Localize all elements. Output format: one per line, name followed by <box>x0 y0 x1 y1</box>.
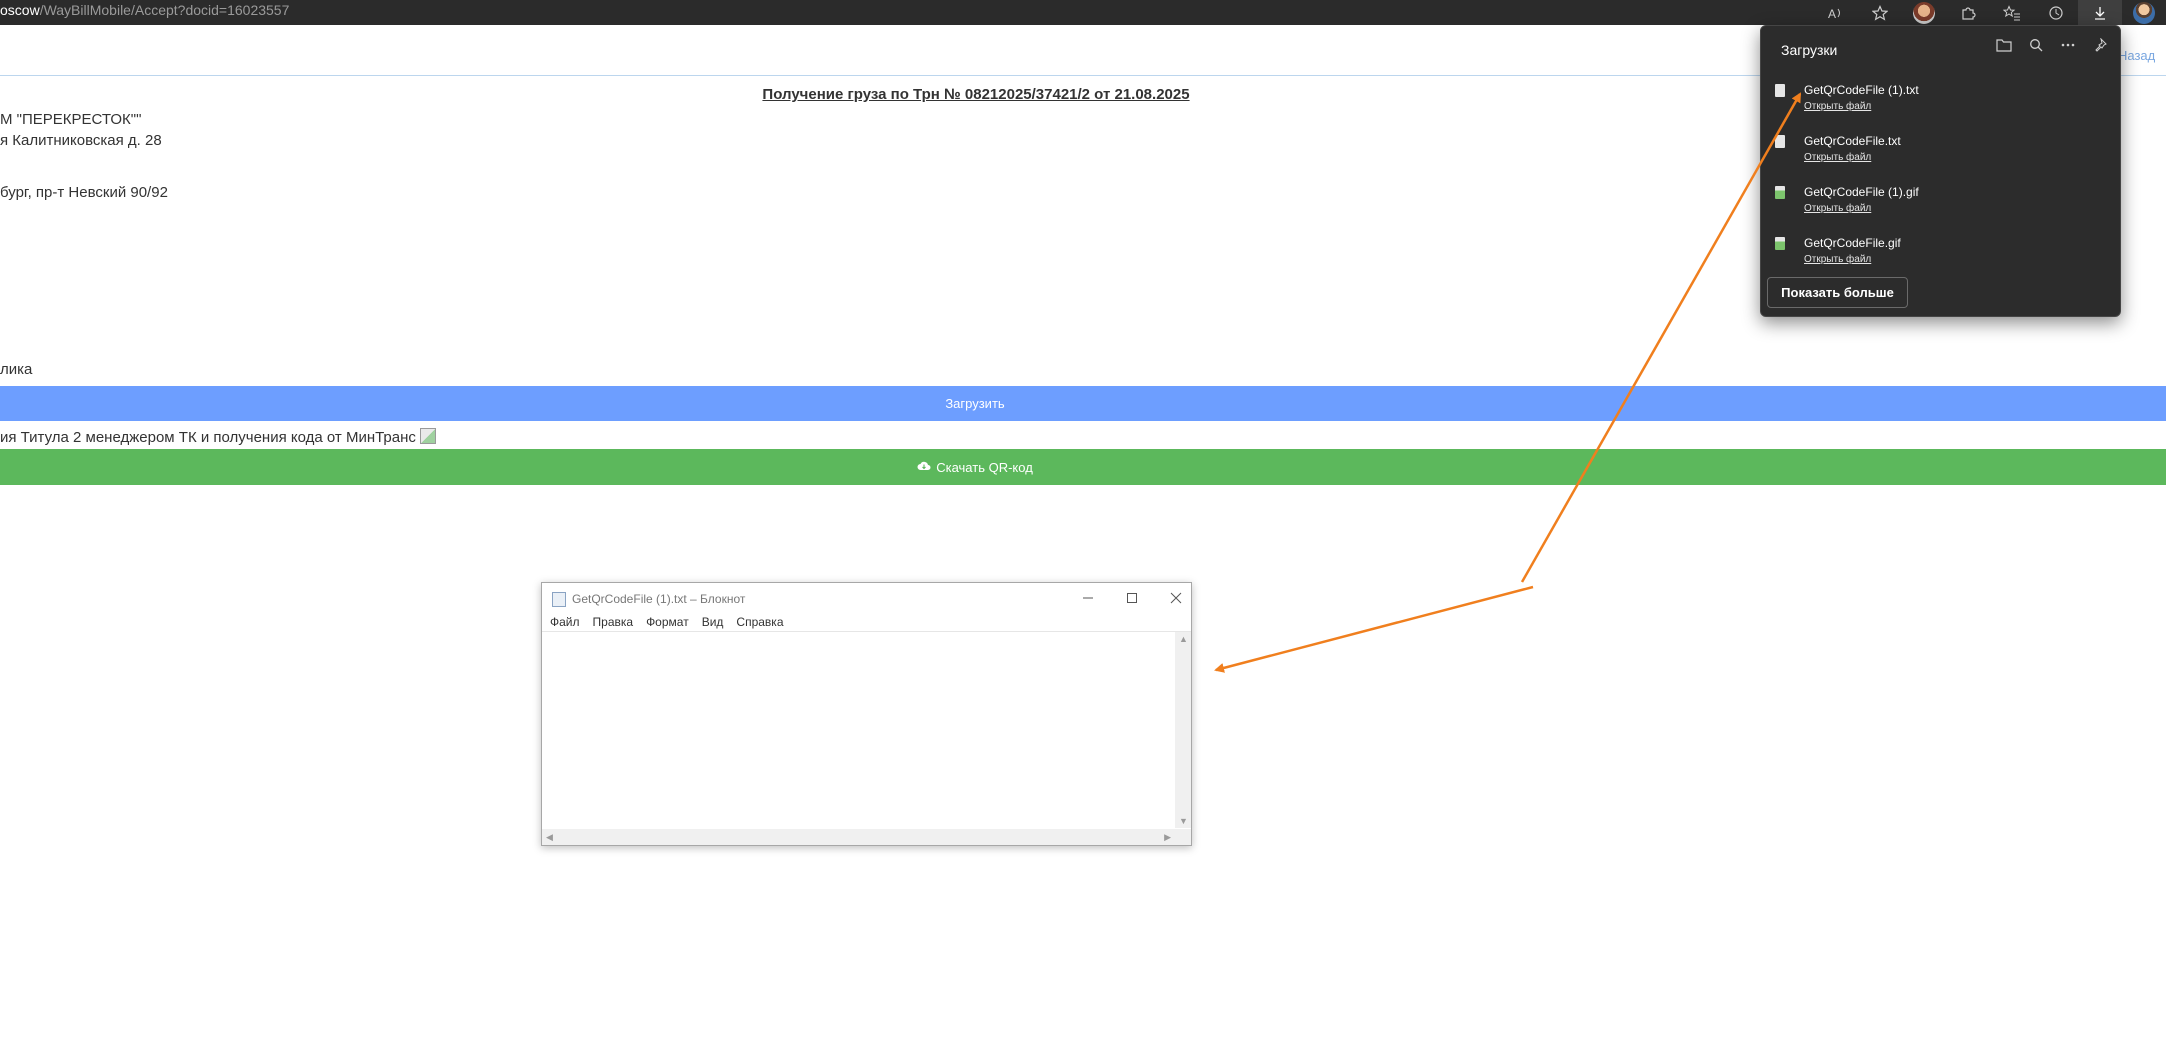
favorites-icon[interactable] <box>1990 0 2034 25</box>
maximize-icon[interactable] <box>1117 588 1147 608</box>
download-filename: GetQrCodeFile.gif <box>1804 236 1901 250</box>
txt-file-icon <box>1775 135 1785 148</box>
download-filename: GetQrCodeFile (1).gif <box>1804 185 1919 199</box>
titul-status-label: ия Титула 2 менеджером ТК и получения ко… <box>0 429 416 446</box>
notepad-text-area[interactable] <box>542 632 1175 828</box>
download-filename: GetQrCodeFile.txt <box>1804 134 1901 148</box>
read-aloud-icon[interactable]: A <box>1814 0 1858 25</box>
download-qr-button[interactable]: Скачать QR-код <box>0 449 2166 485</box>
scroll-down-icon[interactable]: ▼ <box>1179 816 1188 826</box>
cloud-download-icon <box>917 460 931 474</box>
download-item[interactable]: GetQrCodeFile (1).txt Открыть файл <box>1775 82 2105 126</box>
notepad-app-icon <box>552 592 566 607</box>
arrow-to-download <box>1520 92 1802 583</box>
menu-edit[interactable]: Правка <box>593 615 634 629</box>
folder-icon[interactable] <box>1994 38 2014 56</box>
signature-label: лика <box>0 361 33 378</box>
url-path: /WayBillMobile/Accept?docid=16023557 <box>39 2 290 18</box>
downloads-title: Загрузки <box>1781 42 1838 58</box>
broken-image-icon <box>420 428 437 444</box>
menu-view[interactable]: Вид <box>702 615 724 629</box>
open-file-link[interactable]: Открыть файл <box>1804 152 1871 163</box>
resize-grip[interactable] <box>1175 829 1191 845</box>
back-link[interactable]: Назад <box>2118 48 2155 63</box>
download-item[interactable]: GetQrCodeFile (1).gif Открыть файл <box>1775 184 2105 228</box>
gif-file-icon <box>1775 237 1785 250</box>
sender-address: я Калитниковская д. 28 <box>0 132 162 149</box>
receiver-address: бург, пр-т Невский 90/92 <box>0 184 168 201</box>
svg-text:A: A <box>1828 7 1836 20</box>
download-filename: GetQrCodeFile (1).txt <box>1804 83 1919 97</box>
address-bar[interactable]: oscow/WayBillMobile/Accept?docid=1602355… <box>0 1 289 19</box>
download-qr-label: Скачать QR-код <box>936 459 1033 475</box>
extensions-icon[interactable] <box>1946 0 1990 25</box>
favorite-star-icon[interactable] <box>1858 0 1902 25</box>
url-host: oscow <box>0 2 40 18</box>
menu-format[interactable]: Формат <box>646 615 689 629</box>
notepad-title: GetQrCodeFile (1).txt – Блокнот <box>572 592 746 606</box>
close-icon[interactable] <box>1161 588 1191 608</box>
sender-name: М "ПЕРЕКРЕСТОК"" <box>0 111 142 128</box>
vertical-scrollbar[interactable]: ▲ ▼ <box>1175 632 1191 828</box>
download-item[interactable]: GetQrCodeFile.gif Открыть файл <box>1775 235 2105 279</box>
notepad-titlebar[interactable]: GetQrCodeFile (1).txt – Блокнот <box>542 583 1191 613</box>
arrow-to-notepad <box>1214 585 1534 673</box>
download-item[interactable]: GetQrCodeFile.txt Открыть файл <box>1775 133 2105 177</box>
show-more-button[interactable]: Показать больше <box>1767 277 1908 308</box>
scroll-up-icon[interactable]: ▲ <box>1179 634 1188 644</box>
notepad-window: GetQrCodeFile (1).txt – Блокнот Файл Пра… <box>541 582 1192 846</box>
search-icon[interactable] <box>2026 38 2046 56</box>
menu-file[interactable]: Файл <box>550 615 580 629</box>
profile-avatar[interactable] <box>1902 0 1946 25</box>
gif-file-icon <box>1775 186 1785 199</box>
user-avatar[interactable] <box>2122 0 2166 25</box>
menu-help[interactable]: Справка <box>736 615 783 629</box>
upload-button[interactable]: Загрузить <box>0 386 2166 421</box>
txt-file-icon <box>1775 84 1785 97</box>
pin-icon[interactable] <box>2090 37 2110 56</box>
scroll-left-icon[interactable]: ◀ <box>546 832 553 843</box>
more-icon[interactable] <box>2058 38 2078 56</box>
page-title: Получение груза по Трн № 08212025/37421/… <box>762 86 1190 103</box>
history-icon[interactable] <box>2034 0 2078 25</box>
upload-button-label: Загрузить <box>945 396 1005 411</box>
downloads-panel: Загрузки GetQrCodeFile (1).txt Открыть ф… <box>1760 25 2121 317</box>
open-file-link[interactable]: Открыть файл <box>1804 203 1871 214</box>
scroll-right-icon[interactable]: ▶ <box>1164 832 1171 843</box>
open-file-link[interactable]: Открыть файл <box>1804 101 1871 112</box>
open-file-link[interactable]: Открыть файл <box>1804 254 1871 265</box>
downloads-icon[interactable] <box>2078 0 2122 25</box>
browser-toolbar: oscow/WayBillMobile/Accept?docid=1602355… <box>0 0 2166 25</box>
titul-status-text: ия Титула 2 менеджером ТК и получения ко… <box>0 428 437 446</box>
minimize-icon[interactable] <box>1073 588 1103 608</box>
horizontal-scrollbar[interactable]: ◀ ▶ <box>542 829 1175 845</box>
